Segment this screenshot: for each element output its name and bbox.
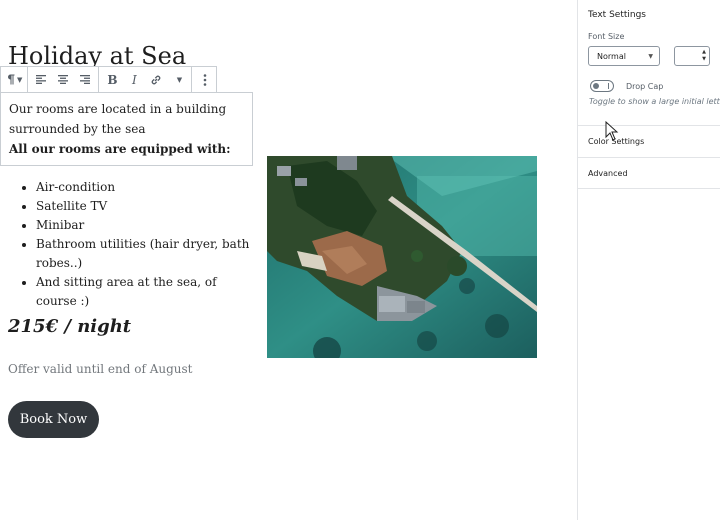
price-heading[interactable]: 215€ / night <box>8 316 131 337</box>
align-right-icon[interactable] <box>74 67 96 92</box>
align-center-icon[interactable] <box>52 67 74 92</box>
block-toolbar: ▼ B I ▼ <box>0 66 217 93</box>
editor-canvas: Holiday at Sea ▼ B I ▼ Our rooms are loc… <box>0 0 577 520</box>
offer-text[interactable]: Offer valid until end of August <box>8 362 192 376</box>
advanced-panel[interactable]: Advanced <box>578 157 720 189</box>
font-size-row: Normal ▼ ▲ ▼ <box>578 46 720 66</box>
options-group <box>192 67 218 92</box>
text-settings-title[interactable]: Text Settings <box>578 0 720 20</box>
intro-line-1: Our rooms are located in a building <box>9 102 227 116</box>
formatting-group: B I ▼ <box>99 67 193 92</box>
toggle-off-icon <box>608 83 609 89</box>
aerial-island-photo[interactable] <box>267 156 537 358</box>
font-size-select[interactable]: Normal ▼ <box>588 46 660 66</box>
drop-cap-row: Drop Cap <box>578 80 720 92</box>
color-settings-panel[interactable]: Color Settings <box>578 125 720 157</box>
link-icon[interactable] <box>145 67 167 92</box>
list-item: Bathroom utilities (hair dryer, bath rob… <box>36 235 252 273</box>
font-size-value: Normal <box>597 51 626 61</box>
drop-cap-label: Drop Cap <box>626 81 664 91</box>
intro-strong: All our rooms are equipped with: <box>9 142 231 156</box>
stepper-icon[interactable]: ▲ ▼ <box>702 49 706 63</box>
more-options-icon[interactable] <box>194 67 216 92</box>
align-left-icon[interactable] <box>30 67 52 92</box>
book-now-button[interactable]: Book Now <box>8 401 99 438</box>
settings-sidebar: Text Settings Font Size Normal ▼ ▲ ▼ Drop… <box>577 0 720 520</box>
alignment-group <box>28 67 100 92</box>
amenity-list[interactable]: Air-condition Satellite TV Minibar Bathr… <box>22 178 252 311</box>
paragraph-block[interactable]: Our rooms are located in a building surr… <box>0 92 253 166</box>
chevron-down-icon: ▼ <box>648 52 653 60</box>
list-item: Air-condition <box>36 178 252 197</box>
toggle-knob <box>593 83 599 89</box>
paragraph-icon[interactable]: ▼ <box>3 67 25 92</box>
list-item: And sitting area at the sea, of course :… <box>36 273 252 311</box>
list-item: Satellite TV <box>36 197 252 216</box>
drop-cap-help: Toggle to show a large initial letter. <box>589 97 720 106</box>
custom-font-size-input[interactable]: ▲ ▼ <box>674 46 710 66</box>
more-formats-chevron-icon[interactable]: ▼ <box>167 67 189 92</box>
bold-icon[interactable]: B <box>101 67 123 92</box>
chevron-down-icon: ▼ <box>17 75 23 84</box>
mouse-cursor-icon <box>605 120 619 145</box>
list-item: Minibar <box>36 216 252 235</box>
italic-icon[interactable]: I <box>123 67 145 92</box>
block-type-group: ▼ <box>1 67 29 92</box>
drop-cap-toggle[interactable] <box>590 80 614 92</box>
font-size-label: Font Size <box>588 32 625 41</box>
intro-line-2: surrounded by the sea <box>9 122 146 136</box>
